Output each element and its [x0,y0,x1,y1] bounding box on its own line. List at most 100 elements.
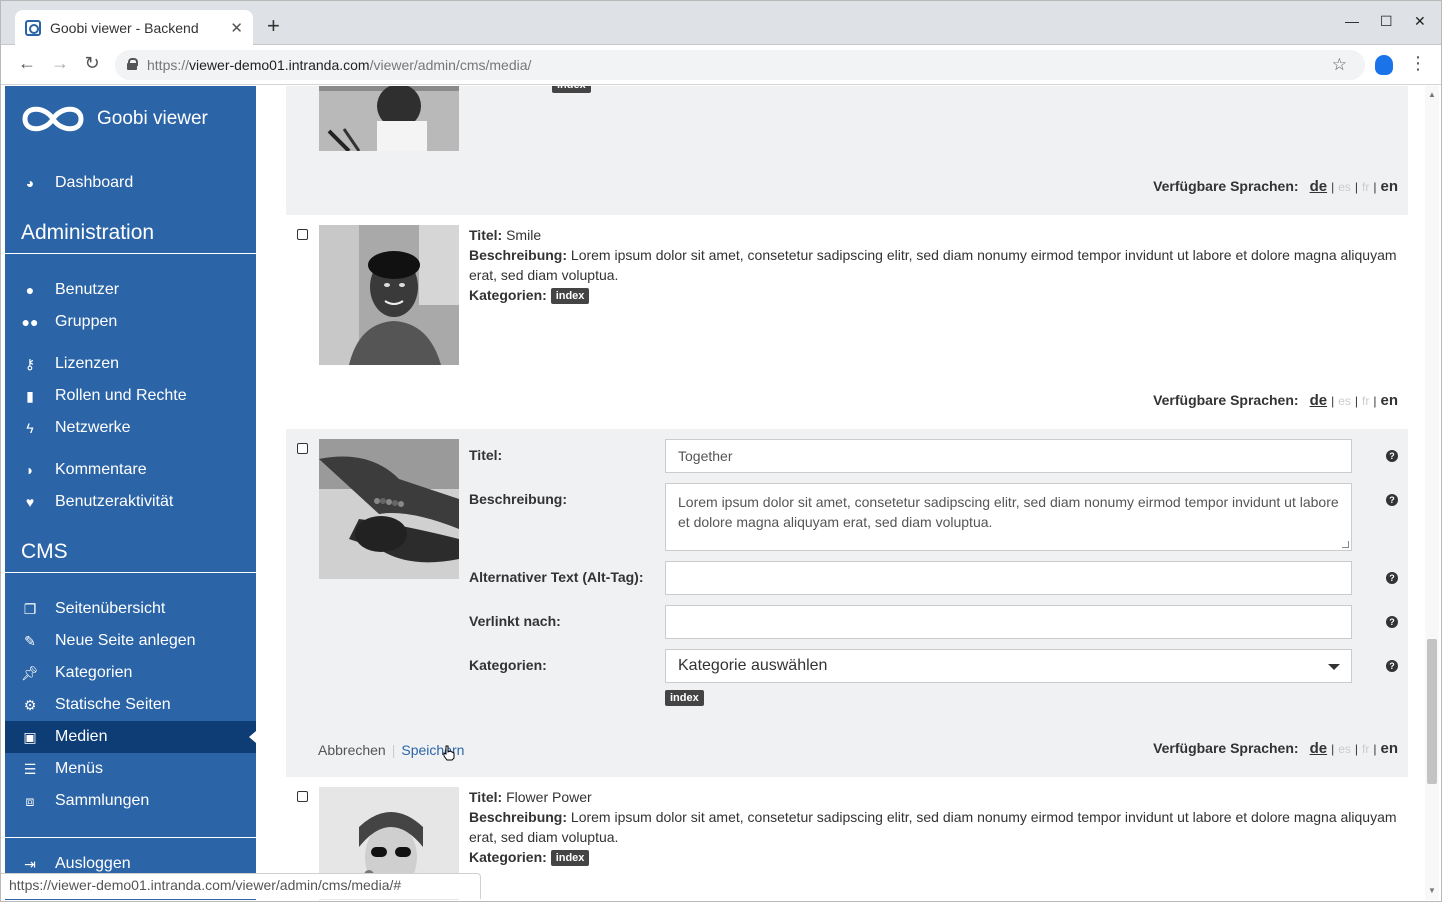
bookmark-star-icon[interactable]: ☆ [1332,55,1347,75]
lang-en[interactable]: en [1380,392,1398,409]
sidebar-item-dashboard[interactable]: ◕ Dashboard [5,167,256,199]
languages-label: Verfügbare Sprachen: [1153,392,1299,408]
lang-de[interactable]: de [1310,392,1328,409]
sidebar-item-label: Gruppen [55,313,118,330]
sidebar-item-statische-seiten[interactable]: ⚙ Statische Seiten [5,689,256,721]
alt-text-input[interactable] [665,561,1352,595]
action-separator: | [391,742,396,758]
tab-strip: Goobi viewer - Backend ✕ + — ☐ ✕ [1,1,1441,45]
thumbtack-icon: 📌︎ [21,664,39,681]
media-thumbnail[interactable] [319,225,459,365]
sidebar-item-kommentare[interactable]: ◗ Kommentare [5,454,256,486]
categories-label: Kategorien: [469,849,547,865]
minimize-icon[interactable]: — [1345,13,1359,29]
sidebar-item-label: Kategorien [55,664,133,681]
category-select-value: Kategorie auswählen [678,657,828,674]
lang-fr[interactable]: fr [1362,394,1369,408]
help-icon[interactable]: ? [1386,660,1398,672]
sidebar-item-rollen[interactable]: ▮ Rollen und Rechte [5,380,256,412]
lang-es[interactable]: es [1338,180,1351,194]
lang-es[interactable]: es [1338,742,1351,756]
back-icon[interactable]: ← [16,53,38,74]
sidebar-item-gruppen[interactable]: ●● Gruppen [5,306,256,338]
lang-separator: | [1354,394,1359,408]
lang-de[interactable]: de [1310,178,1328,195]
reload-icon[interactable]: ↻ [81,53,103,74]
scroll-down-icon[interactable]: ▼ [1428,886,1436,895]
sidebar-item-kategorien[interactable]: 📌︎ Kategorien [5,657,256,689]
hand-cursor-icon [443,745,455,761]
media-item: index Verfügbare Sprachen: de | es | fr … [286,86,1408,215]
sidebar-item-benutzeraktivitaet[interactable]: ♥ Benutzeraktivität [5,486,256,518]
browser-toolbar: ← → ↻ https://viewer-demo01.intranda.com… [1,45,1441,85]
lang-separator: | [1373,742,1377,756]
help-icon[interactable]: ? [1386,450,1398,462]
extension-icon[interactable] [1375,55,1393,75]
media-meta: index [469,86,1398,94]
description-textarea[interactable]: Lorem ipsum dolor sit amet, consetetur s… [665,483,1352,551]
lang-fr[interactable]: fr [1362,742,1369,756]
media-meta: Titel: Flower Power Beschreibung: Lorem … [469,787,1398,867]
sidebar-item-neue-seite[interactable]: ✎ Neue Seite anlegen [5,625,256,657]
address-bar[interactable]: https://viewer-demo01.intranda.com/viewe… [115,50,1365,80]
media-meta: Titel: Smile Beschreibung: Lorem ipsum d… [469,225,1398,305]
help-icon[interactable]: ? [1386,616,1398,628]
sidebar-item-benutzer[interactable]: ● Benutzer [5,274,256,306]
goobi-favicon-icon [25,19,41,36]
forward-icon[interactable]: → [49,53,71,74]
lang-fr[interactable]: fr [1362,180,1369,194]
media-description-row: Beschreibung: Lorem ipsum dolor sit amet… [469,807,1398,847]
section-heading-administration: Administration [21,221,155,244]
url-scheme: https:// [147,57,190,73]
sidebar-item-label: Medien [55,728,108,745]
media-categories-row: Kategorien: index [469,847,1398,867]
sidebar-item-sammlungen[interactable]: ⧈ Sammlungen [5,785,256,817]
category-tag: index [552,86,591,94]
description-label: Beschreibung: [469,491,568,507]
lang-separator: | [1331,180,1335,194]
lang-en[interactable]: en [1380,740,1398,757]
sidebar-item-label: Menüs [55,760,104,777]
goobi-logo[interactable]: Goobi viewer [21,100,208,138]
sidebar-item-lizenzen[interactable]: ⚷ Lizenzen [5,348,256,380]
media-thumbnail[interactable] [319,86,459,151]
select-checkbox[interactable] [297,791,308,802]
cogs-icon: ⚙ [23,696,37,713]
sidebar-item-label: Dashboard [55,174,134,191]
scroll-up-icon[interactable]: ▲ [1428,90,1436,99]
sidebar-item-netzwerke[interactable]: ϟ Netzwerke [5,412,256,444]
title-label: Titel: [469,447,503,463]
sidebar-item-label: Seitenübersicht [55,600,166,617]
media-title: Smile [506,227,542,243]
category-tag[interactable]: index [665,690,704,706]
linked-to-input[interactable] [665,605,1352,639]
media-title: Flower Power [506,789,592,805]
help-icon[interactable]: ? [1386,494,1398,506]
languages-label: Verfügbare Sprachen: [1153,740,1299,756]
title-input[interactable]: Together [665,439,1352,473]
scrollbar-thumb[interactable] [1427,639,1437,784]
lang-en[interactable]: en [1380,178,1398,195]
help-icon[interactable]: ? [1386,572,1398,584]
category-select[interactable]: Kategorie auswählen [665,649,1352,683]
photo-holding-hands-image [319,439,459,579]
sidebar-item-menues[interactable]: ☰ Menüs [5,753,256,785]
heartbeat-icon: ♥ [25,494,35,510]
lang-es[interactable]: es [1338,394,1351,408]
copy-icon: ❐ [23,600,37,617]
sidebar-item-medien[interactable]: ▣ Medien [5,721,256,753]
browser-tab[interactable]: Goobi viewer - Backend ✕ [15,10,253,45]
cancel-button[interactable]: Abbrechen [318,742,386,758]
sidebar-item-seitenuebersicht[interactable]: ❐ Seitenübersicht [5,593,256,625]
media-item-editing: Titel: Together ? Beschreibung: Lorem ip… [286,429,1408,777]
media-thumbnail[interactable] [319,439,459,579]
select-checkbox[interactable] [297,229,308,240]
window-close-icon[interactable]: ✕ [1414,13,1426,30]
maximize-icon[interactable]: ☐ [1380,13,1393,30]
new-tab-button[interactable]: + [267,13,280,39]
select-checkbox[interactable] [297,443,308,454]
lang-de[interactable]: de [1310,740,1328,757]
tab-close-icon[interactable]: ✕ [230,19,243,37]
browser-menu-icon[interactable]: ⋮ [1409,53,1427,74]
sidebar-item-label: Kommentare [55,461,147,478]
